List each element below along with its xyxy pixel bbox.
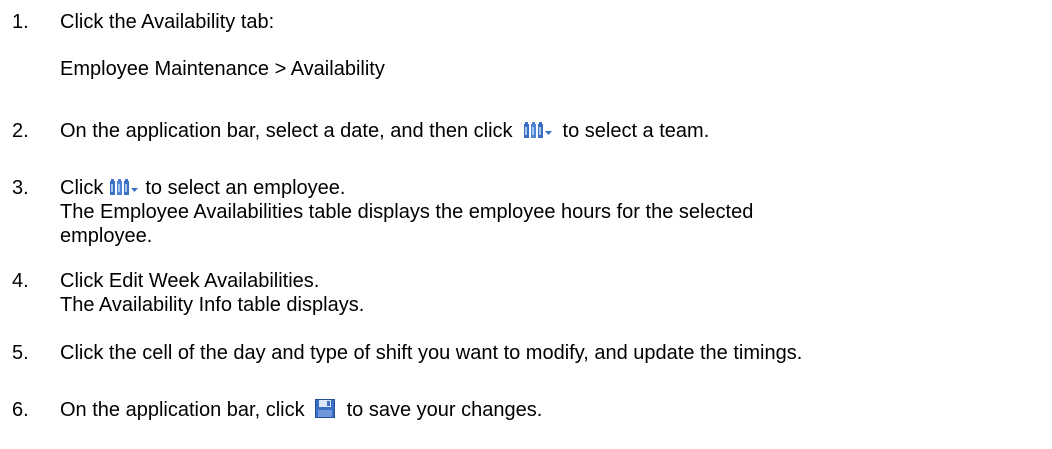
step-text-after: to select an employee. bbox=[145, 177, 346, 199]
step-number: 6. bbox=[12, 399, 29, 421]
team-select-icon bbox=[109, 178, 139, 202]
step-number: 3. bbox=[12, 177, 29, 199]
team-select-icon bbox=[523, 121, 553, 145]
step-text-before: Click bbox=[60, 177, 104, 199]
step-text: On the application bar, select a date, a… bbox=[60, 119, 709, 145]
step-text-after: to save your changes. bbox=[346, 399, 543, 421]
step-text-before: On the application bar, select a date, a… bbox=[60, 120, 513, 142]
step-text-after: to select a team. bbox=[562, 120, 710, 142]
step-detail-line: The Availability Info table displays. bbox=[60, 294, 365, 316]
step-number: 5. bbox=[12, 342, 29, 364]
save-icon bbox=[314, 399, 335, 424]
step-detail-line-1: The Employee Availabilities table displa… bbox=[60, 201, 754, 223]
step-text: Click Edit Week Availabilities. The Avai… bbox=[60, 269, 364, 317]
step-text: On the application bar, click to save yo… bbox=[60, 398, 542, 424]
step-text: Click the cell of the day and type of sh… bbox=[60, 342, 803, 364]
step-1-menu-path: Employee Maintenance > Availability bbox=[60, 58, 385, 80]
instruction-document: 1. Click the Availability tab: Employee … bbox=[0, 0, 1052, 449]
step-text-before: On the application bar, click bbox=[60, 399, 305, 421]
step-text: Click to select an employee. The Employe… bbox=[60, 176, 753, 248]
step-number: 4. bbox=[12, 270, 29, 292]
step-number: 1. bbox=[12, 11, 29, 33]
step-detail-line-2: employee. bbox=[60, 225, 153, 247]
step-main-line: Click to select an employee. bbox=[60, 176, 753, 200]
step-number: 2. bbox=[12, 120, 29, 142]
step-main-line: Click Edit Week Availabilities. bbox=[60, 270, 320, 292]
step-text: Click the Availability tab: bbox=[60, 11, 275, 33]
